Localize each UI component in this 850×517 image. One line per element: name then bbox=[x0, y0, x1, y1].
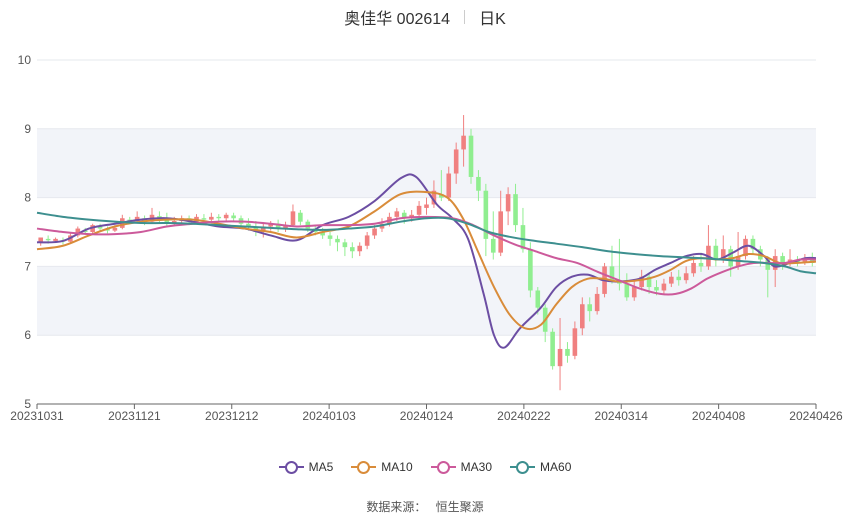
candle-body bbox=[535, 290, 541, 308]
source-label: 数据来源： bbox=[366, 500, 427, 514]
x-tick-label: 20240408 bbox=[692, 409, 746, 423]
candle-body bbox=[631, 287, 637, 298]
candle-body bbox=[231, 215, 236, 219]
candle-body bbox=[364, 235, 370, 246]
period-label: 日K bbox=[479, 11, 506, 28]
candle-body bbox=[394, 211, 400, 217]
legend-item-ma30[interactable]: MA30 bbox=[430, 458, 493, 476]
candle-body bbox=[372, 228, 377, 236]
candle-body bbox=[654, 287, 659, 291]
legend-swatch-marker bbox=[436, 461, 450, 474]
grid-band bbox=[37, 128, 816, 198]
candle-body bbox=[624, 283, 630, 298]
x-tick-label: 20240426 bbox=[789, 409, 843, 423]
candle-body bbox=[572, 328, 578, 356]
kline-chart: 5678910 20231031 20231121 20231212 20240103… bbox=[10, 53, 843, 423]
candle-body bbox=[713, 245, 719, 260]
candle-body bbox=[557, 348, 563, 367]
legend-swatch bbox=[510, 460, 536, 474]
legend-swatch bbox=[278, 460, 304, 474]
candle-body bbox=[209, 216, 214, 220]
stock-name-code: 奥佳华 002614 bbox=[344, 11, 451, 28]
candle-body bbox=[520, 225, 526, 250]
candle-body bbox=[112, 227, 118, 231]
legend-label: MA10 bbox=[381, 460, 413, 474]
candle-body bbox=[780, 256, 785, 263]
y-tick-label: 8 bbox=[24, 191, 31, 205]
candle-body bbox=[461, 135, 466, 150]
legend-swatch-marker bbox=[284, 461, 298, 474]
candle-body bbox=[505, 194, 511, 212]
candle-body bbox=[594, 293, 600, 312]
legend-label: MA60 bbox=[540, 460, 572, 474]
candle-body bbox=[676, 276, 682, 281]
candle-body bbox=[342, 242, 348, 248]
x-tick-label: 20240124 bbox=[400, 409, 454, 423]
grid-band bbox=[37, 266, 816, 336]
candle-body bbox=[350, 247, 355, 252]
candle-body bbox=[691, 262, 696, 274]
candle-body bbox=[587, 304, 593, 312]
candle-body bbox=[216, 216, 222, 219]
title-divider bbox=[464, 10, 466, 24]
candle-body bbox=[201, 218, 207, 220]
x-tick-label: 20240314 bbox=[595, 409, 649, 423]
candle-body bbox=[327, 235, 333, 239]
legend-swatch-marker bbox=[357, 461, 371, 474]
candle-body bbox=[223, 214, 229, 219]
legend-swatch bbox=[351, 460, 377, 474]
source-value: 恒生聚源 bbox=[435, 500, 484, 514]
candle-body bbox=[669, 276, 674, 284]
y-axis: 5678910 bbox=[18, 53, 32, 411]
candle-body bbox=[698, 262, 704, 267]
candle-body bbox=[565, 348, 570, 356]
candle-body bbox=[53, 238, 58, 241]
candle-body bbox=[498, 211, 503, 253]
candle-body bbox=[357, 245, 363, 252]
x-tick-label: 20231121 bbox=[108, 409, 161, 423]
candle-body bbox=[661, 283, 667, 291]
candle-body bbox=[476, 176, 481, 191]
candle-body bbox=[416, 205, 422, 215]
legend-item-ma5[interactable]: MA5 bbox=[278, 458, 334, 476]
candle-body bbox=[298, 212, 303, 222]
candle-body bbox=[335, 238, 340, 243]
candle-body bbox=[290, 211, 296, 226]
x-tick-label: 20231212 bbox=[205, 409, 259, 423]
y-tick-label: 9 bbox=[24, 122, 31, 136]
candle-body bbox=[513, 194, 518, 226]
candle-body bbox=[580, 304, 585, 329]
x-tick-label: 20240222 bbox=[497, 409, 551, 423]
candle-body bbox=[528, 249, 533, 291]
legend-item-ma60[interactable]: MA60 bbox=[510, 458, 571, 476]
candle-body bbox=[490, 238, 496, 253]
legend-swatch-marker bbox=[516, 461, 530, 474]
candle-body bbox=[683, 273, 689, 281]
y-tick-label: 7 bbox=[24, 259, 31, 273]
x-tick-label: 20231031 bbox=[10, 409, 64, 423]
data-source: 数据来源： 恒生聚源 bbox=[0, 498, 850, 515]
x-axis: 20231031 20231121 20231212 20240103 20240124… bbox=[10, 403, 843, 423]
legend-item-ma10[interactable]: MA10 bbox=[351, 458, 413, 476]
legend-swatch bbox=[430, 460, 456, 474]
grid-lines bbox=[37, 59, 816, 405]
chart-legend: MA5 MA10 MA30 MA60 bbox=[0, 458, 850, 476]
candle-body bbox=[424, 204, 429, 208]
legend-label: MA5 bbox=[308, 460, 334, 474]
y-tick-label: 10 bbox=[18, 53, 32, 67]
candle-body bbox=[550, 331, 555, 367]
candle-body bbox=[468, 135, 474, 177]
y-tick-label: 6 bbox=[24, 328, 31, 342]
legend-label: MA30 bbox=[460, 460, 493, 474]
chart-title: 奥佳华 002614 日K bbox=[0, 6, 850, 28]
x-tick-label: 20240103 bbox=[302, 409, 356, 423]
candle-body bbox=[453, 149, 459, 174]
candle-body bbox=[45, 238, 51, 241]
candle-body bbox=[446, 173, 452, 198]
